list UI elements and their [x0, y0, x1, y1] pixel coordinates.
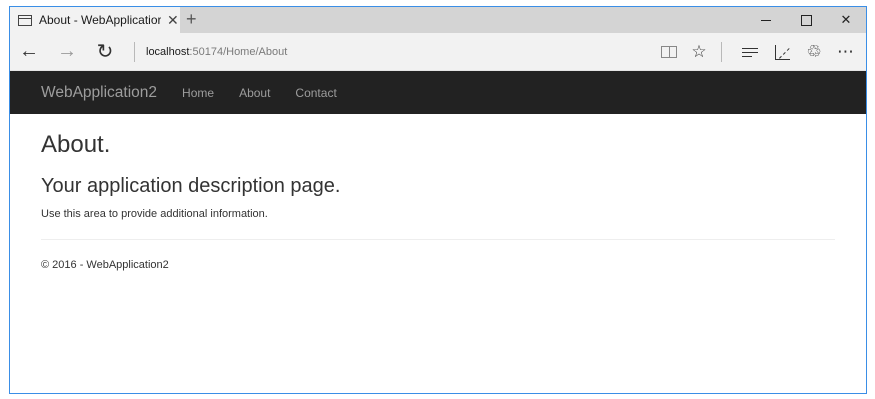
window-controls: ✕: [746, 7, 866, 33]
minimize-button[interactable]: [746, 7, 786, 33]
hub-button[interactable]: [734, 33, 766, 71]
url-field[interactable]: localhost:50174/Home/About: [146, 46, 287, 58]
refresh-button[interactable]: ↻: [86, 33, 124, 71]
tab-title: About - WebApplicatior: [39, 13, 161, 27]
hub-icon: [742, 46, 758, 58]
address-divider: [134, 41, 135, 62]
nav-link-home[interactable]: Home: [182, 86, 214, 100]
site-navbar: WebApplication2 Home About Contact: [10, 71, 866, 114]
book-icon: [661, 46, 677, 58]
reading-view-button[interactable]: [655, 33, 683, 71]
page-footer: © 2016 - WebApplication2: [41, 259, 169, 271]
page-paragraph: Use this area to provide additional info…: [41, 208, 268, 220]
more-button[interactable]: ⋯: [830, 33, 862, 71]
url-host: localhost: [146, 45, 190, 58]
share-button[interactable]: ♲: [798, 33, 830, 71]
nav-link-contact[interactable]: Contact: [295, 86, 336, 100]
brand-link[interactable]: WebApplication2: [41, 84, 157, 102]
maximize-button[interactable]: [786, 7, 826, 33]
page-icon: [18, 14, 32, 26]
more-icon: ⋯: [837, 42, 855, 61]
nav-link-about[interactable]: About: [239, 86, 270, 100]
browser-toolbar: ☆ ♲ ⋯: [655, 33, 862, 71]
star-icon: ☆: [691, 42, 707, 61]
address-bar: ← → ↻ localhost:50174/Home/About ☆ ♲ ⋯: [10, 33, 866, 71]
tab-close-icon[interactable]: ✕: [167, 12, 179, 29]
browser-window: About - WebApplicatior ✕ + ✕ ← → ↻ local…: [9, 6, 867, 394]
forward-button[interactable]: →: [48, 33, 86, 71]
back-button[interactable]: ←: [10, 33, 48, 71]
page-title: About.: [41, 131, 111, 158]
page-subtitle: Your application description page.: [41, 175, 341, 197]
tab-strip: About - WebApplicatior ✕ + ✕: [10, 7, 866, 33]
page-content: About. Your application description page…: [10, 130, 866, 271]
web-note-button[interactable]: [766, 33, 798, 71]
pen-note-icon: [774, 44, 790, 60]
close-window-button[interactable]: ✕: [826, 7, 866, 33]
footer-divider: [41, 239, 835, 240]
toolbar-divider: [721, 42, 722, 62]
favorite-button[interactable]: ☆: [683, 33, 715, 71]
url-path: :50174/Home/About: [189, 45, 288, 58]
tab-about[interactable]: About - WebApplicatior ✕: [10, 7, 180, 33]
new-tab-button[interactable]: +: [186, 9, 197, 30]
share-icon: ♲: [806, 42, 822, 61]
